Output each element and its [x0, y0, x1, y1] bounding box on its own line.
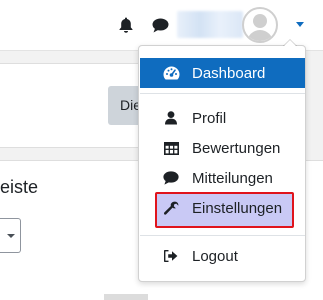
menu-item-label: Logout	[192, 247, 238, 265]
menu-item-bewertungen[interactable]: Bewertungen	[140, 133, 305, 163]
menu-item-mitteilungen[interactable]: Mitteilungen	[140, 163, 305, 193]
menu-item-label: Profil	[192, 109, 227, 127]
background-element	[104, 294, 148, 300]
user-icon	[162, 110, 180, 126]
menu-item-label: Mitteilungen	[192, 169, 273, 187]
user-menu-dropdown: Dashboard Profil Bewertungen Mitteilunge…	[138, 39, 306, 282]
sign-out-icon	[162, 248, 180, 264]
menu-divider	[140, 235, 305, 236]
chevron-down-icon	[7, 234, 15, 238]
dashboard-gauge-icon	[162, 65, 180, 81]
menu-item-profil[interactable]: Profil	[140, 103, 305, 133]
section-heading: eiste	[0, 177, 39, 197]
user-avatar-icon[interactable]	[242, 7, 278, 43]
menu-item-label: Bewertungen	[192, 139, 281, 157]
menu-item-einstellungen[interactable]: Einstellungen	[140, 193, 305, 223]
avatar-head	[253, 14, 267, 28]
menu-item-label: Dashboard	[192, 64, 266, 82]
menu-item-dashboard[interactable]: Dashboard	[140, 58, 305, 88]
chat-icon[interactable]	[152, 18, 169, 33]
table-icon	[162, 140, 180, 156]
menu-item-logout[interactable]: Logout	[140, 241, 305, 271]
bell-icon[interactable]	[119, 17, 133, 33]
comment-icon	[162, 170, 180, 186]
wrench-icon	[162, 200, 180, 216]
select-dropdown[interactable]	[0, 218, 21, 253]
username-blurred[interactable]	[177, 11, 243, 38]
caret-down-icon[interactable]	[296, 22, 304, 27]
avatar-body	[247, 30, 273, 41]
top-navbar	[0, 0, 323, 51]
menu-divider	[140, 93, 305, 94]
menu-item-label: Einstellungen	[192, 199, 283, 217]
